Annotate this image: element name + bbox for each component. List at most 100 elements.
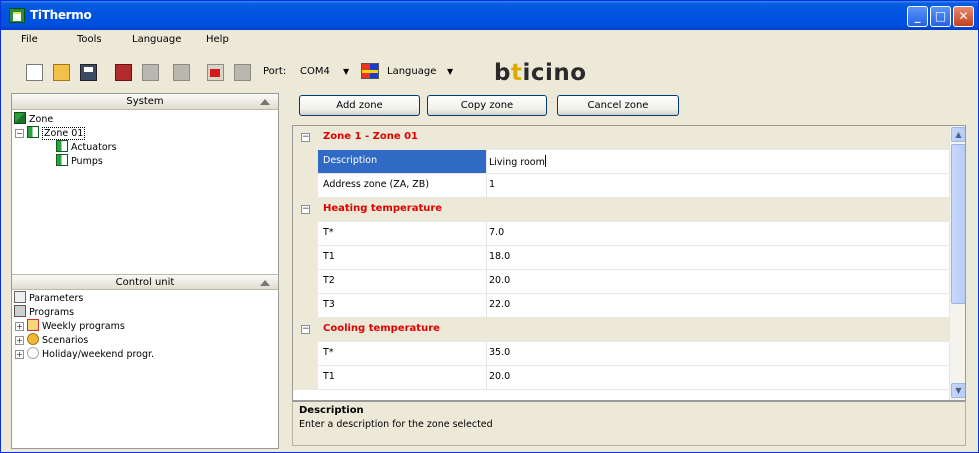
scroll-down-icon[interactable]: ▼ [951, 383, 965, 398]
close-button[interactable]: ✕ [953, 6, 974, 27]
left-pane: System Zone − Zone 01 Actuators Pumps Con… [11, 93, 279, 449]
description-panel: Description Enter a description for the … [292, 401, 966, 446]
app-window: TiThermo _ □ ✕ File Tools Language Help … [0, 0, 979, 453]
system-panel-header[interactable]: System [12, 94, 278, 110]
grid-row-cooling-t1[interactable]: T1 20.0 [293, 366, 949, 390]
zone-icon [14, 112, 26, 124]
property-name: T1 [323, 371, 335, 382]
grid-row-description[interactable]: Description Living room [293, 150, 949, 174]
property-name: T2 [323, 275, 335, 286]
language-select[interactable]: Language [387, 66, 436, 77]
section-title: Cooling temperature [323, 323, 440, 334]
grid-row-heating-t2[interactable]: T2 20.0 [293, 270, 949, 294]
window-title: TiThermo [30, 8, 92, 22]
port-label: Port: [263, 66, 287, 77]
save-icon[interactable] [80, 64, 97, 81]
menu-help[interactable]: Help [206, 34, 229, 45]
open-folder-icon[interactable] [53, 64, 70, 81]
property-name: Description [323, 155, 378, 166]
toolbar: Port: COM4 ▼ Language ▼ bticino [1, 53, 978, 89]
collapse-icon[interactable] [258, 278, 272, 288]
collapse-expander-icon[interactable]: − [15, 129, 24, 138]
expand-icon[interactable]: + [15, 350, 24, 359]
description-title: Description [299, 405, 364, 416]
text-caret [544, 155, 546, 167]
title-bar[interactable]: TiThermo _ □ ✕ [1, 1, 978, 30]
tree-item-programs[interactable]: Programs [14, 305, 74, 319]
holiday-icon [27, 347, 39, 359]
tree-item-pumps[interactable]: Pumps [56, 154, 103, 168]
property-value[interactable]: 20.0 [489, 275, 510, 286]
property-name: T* [323, 227, 334, 238]
menu-bar: File Tools Language Help [1, 30, 978, 50]
property-value[interactable]: 22.0 [489, 299, 510, 310]
menu-language[interactable]: Language [132, 34, 181, 45]
collapse-icon[interactable] [258, 97, 272, 107]
info-icon[interactable] [234, 64, 251, 81]
property-name: Address zone (ZA, ZB) [323, 179, 430, 190]
section-header-zone[interactable]: − Zone 1 - Zone 01 [293, 126, 949, 150]
minimize-button[interactable]: _ [907, 6, 928, 27]
delete-icon[interactable] [115, 64, 132, 81]
menu-file[interactable]: File [21, 34, 38, 45]
vertical-scrollbar[interactable]: ▲ ▼ [949, 126, 965, 400]
scenario-icon [27, 333, 39, 345]
copy-zone-button[interactable]: Copy zone [427, 95, 547, 116]
section-header-cooling[interactable]: − Cooling temperature [293, 318, 949, 342]
pump-icon [56, 154, 68, 166]
section-header-heating[interactable]: − Heating temperature [293, 198, 949, 222]
scroll-thumb[interactable] [951, 144, 965, 304]
property-name: T3 [323, 299, 335, 310]
brand-logo: bticino [494, 60, 587, 86]
property-value[interactable]: 20.0 [489, 371, 510, 382]
collapse-section-icon[interactable]: − [301, 325, 310, 334]
port-dropdown-icon[interactable]: ▼ [343, 67, 349, 76]
language-flag-icon[interactable] [361, 63, 379, 79]
property-name: T1 [323, 251, 335, 262]
maximize-button[interactable]: □ [930, 6, 951, 27]
grid-row-heating-t1[interactable]: T1 18.0 [293, 246, 949, 270]
zone-folder-icon [27, 126, 39, 138]
collapse-section-icon[interactable]: − [301, 133, 310, 142]
grid-row-address-zone[interactable]: Address zone (ZA, ZB) 1 [293, 174, 949, 198]
expand-icon[interactable]: + [15, 322, 24, 331]
grid-row-cooling-tstar[interactable]: T* 35.0 [293, 342, 949, 366]
control-unit-panel-title: Control unit [115, 277, 175, 288]
section-title: Zone 1 - Zone 01 [323, 131, 418, 142]
add-zone-button[interactable]: Add zone [299, 95, 420, 116]
language-dropdown-icon[interactable]: ▼ [447, 67, 453, 76]
programs-icon [14, 305, 26, 317]
transfer-icon[interactable] [207, 64, 224, 81]
property-value[interactable]: 18.0 [489, 251, 510, 262]
tree-item-actuators[interactable]: Actuators [56, 140, 117, 154]
send-icon[interactable] [173, 64, 190, 81]
scroll-up-icon[interactable]: ▲ [951, 127, 965, 142]
expand-icon[interactable]: + [15, 336, 24, 345]
tree-item-holiday-weekend[interactable]: + Holiday/weekend progr. [15, 347, 154, 361]
actuator-icon [56, 140, 68, 152]
property-name: T* [323, 347, 334, 358]
system-panel-title: System [126, 96, 164, 107]
tree-item-zone-01[interactable]: − Zone 01 [15, 126, 86, 140]
property-value[interactable]: 1 [489, 179, 495, 190]
control-unit-panel-header[interactable]: Control unit [12, 274, 278, 290]
tree-item-zone[interactable]: Zone [14, 112, 53, 126]
receive-icon[interactable] [142, 64, 159, 81]
zone-actions-bar: Add zone Copy zone Cancel zone [286, 93, 976, 119]
description-value-input[interactable]: Living room [489, 155, 546, 168]
grid-row-heating-tstar[interactable]: T* 7.0 [293, 222, 949, 246]
property-value[interactable]: 35.0 [489, 347, 510, 358]
grid-row-heating-t3[interactable]: T3 22.0 [293, 294, 949, 318]
menu-tools[interactable]: Tools [77, 34, 102, 45]
tree-item-parameters[interactable]: Parameters [14, 291, 83, 305]
property-grid: − Zone 1 - Zone 01 Description Living ro… [292, 125, 966, 401]
collapse-section-icon[interactable]: − [301, 205, 310, 214]
tree-item-weekly-programs[interactable]: + Weekly programs [15, 319, 125, 333]
description-text: Enter a description for the zone selecte… [299, 419, 493, 430]
calendar-icon [27, 319, 39, 331]
property-value[interactable]: 7.0 [489, 227, 504, 238]
tree-item-scenarios[interactable]: + Scenarios [15, 333, 88, 347]
app-icon [9, 8, 25, 23]
new-file-icon[interactable] [26, 64, 43, 81]
cancel-zone-button[interactable]: Cancel zone [557, 95, 679, 116]
